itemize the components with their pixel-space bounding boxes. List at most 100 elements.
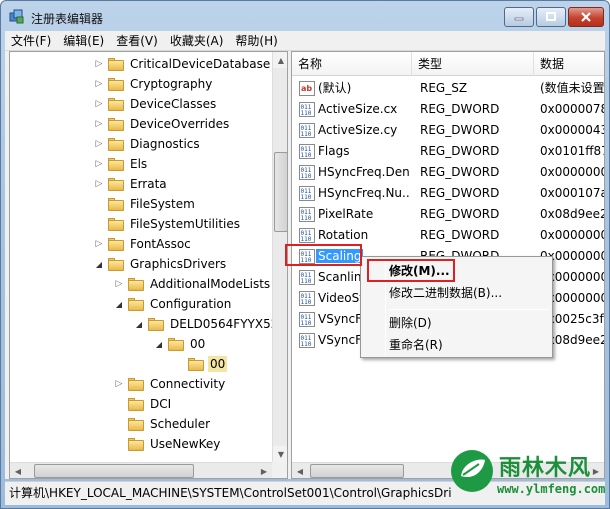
tree-item[interactable]: ▷ Cryptography	[94, 74, 214, 94]
watermark-url: www.ylmfeng.com	[497, 482, 606, 496]
folder-icon	[108, 197, 124, 211]
menu-help[interactable]: 帮助(H)	[229, 31, 283, 51]
close-button[interactable]	[568, 7, 604, 27]
svg-text:110: 110	[301, 173, 312, 180]
tree-item-label: FileSystemUtilities	[130, 217, 240, 231]
tree-horizontal-scrollbar[interactable]: ◀ ▶	[10, 462, 272, 478]
svg-text:110: 110	[301, 278, 312, 285]
collapsed-arrow-icon[interactable]: ▷	[94, 99, 104, 109]
title-bar[interactable]: 注册表编辑器	[1, 1, 609, 31]
tree-item[interactable]: ▷ FontAssoc	[94, 234, 193, 254]
window-title: 注册表编辑器	[31, 12, 104, 26]
tree-item[interactable]: ◢ GraphicsDrivers	[94, 254, 228, 274]
value-row[interactable]: 011 110 Flags REG_DWORD 0x0101ff87	[292, 141, 605, 162]
expanded-arrow-icon[interactable]: ◢	[154, 339, 164, 349]
tree-item[interactable]: ◢ DELD0564FYYX52	[134, 314, 272, 334]
binary-value-icon: 011110	[299, 333, 315, 348]
value-data: 0x00000001	[540, 165, 604, 179]
value-data: 0x0101ff87	[540, 144, 605, 158]
binary-value-icon: 011110	[299, 312, 315, 327]
tree-item-label: Errata	[130, 177, 167, 191]
collapsed-arrow-icon[interactable]: ▷	[94, 79, 104, 89]
regedit-app-icon	[9, 9, 24, 24]
context-menu-modify-binary[interactable]: 修改二进制数据(B)...	[363, 282, 550, 304]
menu-edit[interactable]: 编辑(E)	[57, 31, 110, 51]
scroll-left-icon[interactable]: ◀	[292, 463, 308, 478]
tree-item-label: DCI	[150, 397, 172, 411]
tree-item[interactable]: ▷ CriticalDeviceDatabase	[94, 54, 272, 74]
maximize-button[interactable]	[536, 7, 566, 27]
value-data: 0x000107ac	[540, 186, 604, 200]
scroll-right-icon[interactable]: ▶	[256, 463, 272, 478]
tree-item[interactable]: Scheduler	[114, 414, 212, 434]
tree-item[interactable]: ▷ Diagnostics	[94, 134, 202, 154]
tree-item[interactable]: ▷ DeviceOverrides	[94, 114, 231, 134]
value-name: HSyncFreq.Den...	[318, 165, 410, 179]
tree-item-label: AdditionalModeLists	[150, 277, 271, 291]
collapsed-arrow-icon[interactable]: ▷	[94, 159, 104, 169]
menu-view[interactable]: 查看(V)	[110, 31, 164, 51]
collapsed-arrow-icon[interactable]: ▷	[94, 179, 104, 189]
expanded-arrow-icon[interactable]: ◢	[94, 259, 104, 269]
tree-item[interactable]: ▷ AdditionalModeLists	[114, 274, 272, 294]
collapsed-arrow-icon[interactable]: ▷	[94, 59, 104, 69]
tree-hscroll-thumb[interactable]	[34, 464, 194, 478]
svg-text:110: 110	[301, 131, 312, 138]
value-data: 0x00000001	[540, 228, 604, 242]
collapsed-arrow-icon[interactable]: ▷	[94, 139, 104, 149]
menu-favorites[interactable]: 收藏夹(A)	[164, 31, 230, 51]
tree-item[interactable]: ▷ DeviceClasses	[94, 94, 218, 114]
expanded-arrow-icon[interactable]: ◢	[114, 299, 124, 309]
value-type: REG_DWORD	[420, 144, 500, 158]
value-row[interactable]: 011110PixelRate REG_DWORD 0x08d9ee20	[292, 204, 604, 225]
minimize-button[interactable]	[504, 7, 534, 27]
folder-icon	[108, 117, 124, 131]
scroll-down-icon[interactable]: ▼	[273, 446, 287, 462]
tree-item[interactable]: FileSystem	[94, 194, 197, 214]
tree-item[interactable]: ◢ 00	[154, 334, 207, 354]
context-menu-rename[interactable]: 重命名(R)	[363, 334, 550, 356]
svg-text:110: 110	[301, 299, 312, 306]
column-header-name[interactable]: 名称	[292, 52, 412, 76]
svg-text:110: 110	[301, 110, 312, 117]
tree-item[interactable]: DCI	[114, 394, 173, 414]
value-row[interactable]: 011110ActiveSize.cx REG_DWORD 0x00000780	[292, 99, 604, 120]
tree-item[interactable]: ◢ Configuration	[114, 294, 233, 314]
collapsed-arrow-icon[interactable]: ▷	[114, 379, 124, 389]
tree-item[interactable]: 00	[174, 354, 228, 374]
tree-item[interactable]: ▷ Els	[94, 154, 149, 174]
value-name: (默认)	[318, 81, 352, 95]
expanded-arrow-icon[interactable]: ◢	[134, 319, 144, 329]
menu-file[interactable]: 文件(F)	[5, 31, 57, 51]
modify-highlight-box	[367, 259, 455, 282]
value-row[interactable]: 011110ActiveSize.cy REG_DWORD 0x00000438	[292, 120, 604, 141]
scroll-up-icon[interactable]: ▲	[273, 52, 287, 68]
collapsed-arrow-icon[interactable]: ▷	[94, 239, 104, 249]
tree-item[interactable]: ▷ Errata	[94, 174, 169, 194]
scroll-left-icon[interactable]: ◀	[10, 463, 26, 478]
tree-item-label: Cryptography	[130, 77, 213, 91]
no-expander	[114, 439, 124, 449]
value-name-cell: (默认)	[316, 78, 410, 99]
binary-value-icon: 011110	[299, 270, 315, 285]
folder-icon	[108, 97, 124, 111]
collapsed-arrow-icon[interactable]: ▷	[114, 279, 124, 289]
tree-item[interactable]: ▷ Connectivity	[114, 374, 227, 394]
watermark-brand: 雨林木风	[499, 456, 592, 481]
context-menu-delete[interactable]: 删除(D)	[363, 312, 550, 334]
list-hscroll-thumb[interactable]	[310, 464, 404, 478]
tree-item[interactable]: UseNewKey	[114, 434, 222, 454]
value-row[interactable]: ab (默认) REG_SZ (数值未设置)	[292, 78, 605, 99]
value-row[interactable]: 011110Rotation REG_DWORD 0x00000001	[292, 225, 604, 246]
tree-scroll-thumb[interactable]	[274, 152, 287, 232]
value-name-cell: Rotation	[316, 225, 410, 246]
column-header-data[interactable]: 数据	[534, 52, 604, 76]
collapsed-arrow-icon[interactable]: ▷	[94, 119, 104, 129]
value-data: (数值未设置)	[540, 81, 605, 95]
folder-icon	[108, 157, 124, 171]
value-row[interactable]: 011110HSyncFreq.Den... REG_DWORD 0x0000000…	[292, 162, 604, 183]
value-row[interactable]: 011110HSyncFreq.Nu... REG_DWORD 0x000107ac	[292, 183, 604, 204]
tree-item-label: 00	[190, 337, 206, 351]
column-header-type[interactable]: 类型	[412, 52, 534, 76]
tree-item[interactable]: FileSystemUtilities	[94, 214, 242, 234]
